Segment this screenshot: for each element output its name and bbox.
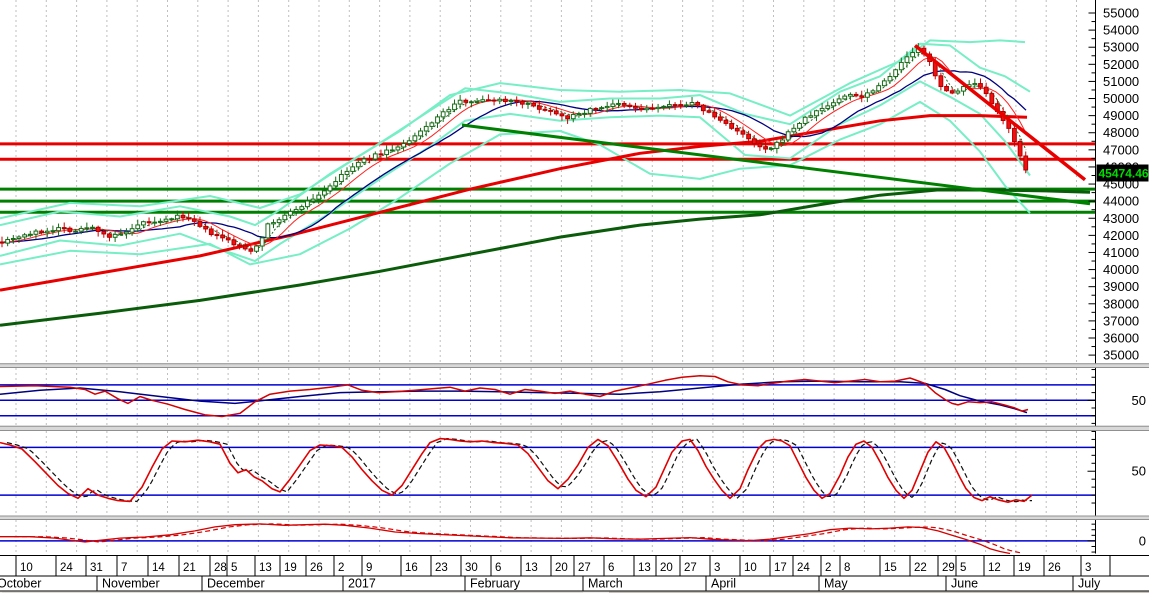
date-tick-label: 23 — [435, 562, 448, 574]
date-tick-label: 13 — [638, 562, 651, 574]
date-tick-label: 29 — [942, 562, 955, 574]
price-tick-label: 42000 — [1103, 228, 1139, 243]
price-tick-label: 43000 — [1103, 211, 1139, 226]
price-tick-label: 38000 — [1103, 296, 1139, 311]
date-tick-label: 5 — [960, 562, 966, 574]
month-label: November — [102, 577, 160, 591]
month-label: June — [951, 577, 978, 591]
month-label: October — [0, 577, 41, 591]
panel-separator — [0, 425, 1149, 431]
month-label: 2017 — [348, 577, 376, 591]
price-tick-label: 54000 — [1103, 23, 1139, 38]
bollinger-outer-upper — [0, 39, 1026, 220]
month-label: April — [711, 577, 736, 591]
date-tick-label: 6 — [495, 562, 501, 574]
price-tick-label: 55000 — [1103, 6, 1139, 21]
osc1-navy-line — [0, 380, 1028, 414]
date-tick-label: 2 — [825, 562, 831, 574]
date-tick-label: 2 — [338, 562, 344, 574]
green-downtrend-line — [461, 123, 1091, 206]
date-tick-label: 3 — [1085, 562, 1091, 574]
price-tick-label: 36000 — [1103, 330, 1139, 345]
ma-short-green-dotted — [0, 51, 1027, 249]
month-label: July — [1078, 577, 1101, 591]
date-tick-label: 31 — [90, 562, 103, 574]
last-price-label: 45474.46 — [1096, 164, 1149, 182]
price-tick-label: 41000 — [1103, 245, 1139, 260]
date-tick-label: 17 — [774, 562, 787, 574]
osc2-k-red-line — [0, 437, 1033, 504]
month-label: February — [470, 577, 521, 591]
date-tick-label: 6 — [608, 562, 614, 574]
date-tick-label: 21 — [183, 562, 196, 574]
date-tick-label: 27 — [578, 562, 591, 574]
panel-separator — [0, 515, 1149, 520]
date-tick-label: 19 — [1018, 562, 1031, 574]
date-tick-label: 28 — [214, 562, 227, 574]
price-tick-label: 48000 — [1103, 125, 1139, 140]
date-tick-label: 22 — [914, 562, 927, 574]
candles — [0, 43, 1029, 255]
date-tick-label: 8 — [844, 562, 850, 574]
price-tick-label: 50000 — [1103, 91, 1139, 106]
date-tick-label: 7 — [121, 562, 127, 574]
date-tick-label: 30 — [465, 562, 478, 574]
date-tick-label: 5 — [231, 562, 237, 574]
date-tick-label: 13 — [525, 562, 538, 574]
date-tick-label: 24 — [797, 562, 810, 574]
osc3-red-line — [0, 523, 1011, 555]
stock-chart-canvas: 55000 54000 53000 52000 51000 50000 49000 48000… — [0, 0, 1149, 593]
month-label: May — [824, 577, 848, 591]
price-tick-label: 52000 — [1103, 57, 1139, 72]
date-tick-label: 27 — [684, 562, 697, 574]
oscillator-axis-label: 50 — [1132, 393, 1146, 408]
date-tick-label: 3 — [714, 562, 720, 574]
date-tick-label: 24 — [60, 562, 73, 574]
month-label: March — [588, 577, 623, 591]
long-term-ma-red — [0, 114, 1028, 292]
price-tick-label: 37000 — [1103, 313, 1139, 328]
ma-mid-navy — [0, 70, 1027, 243]
date-tick-label: 10 — [20, 562, 33, 574]
date-tick-label: 14 — [152, 562, 165, 574]
svg-text:45474.46: 45474.46 — [1099, 167, 1149, 181]
long-term-ma-green — [0, 188, 1091, 327]
charting-app-window: 55000 54000 53000 52000 51000 50000 49000 48000… — [0, 0, 1149, 593]
panel-separator — [0, 363, 1149, 368]
month-label: December — [207, 577, 265, 591]
date-tick-label: 10 — [744, 562, 757, 574]
date-tick-label: 19 — [284, 562, 297, 574]
date-tick-label: 26 — [1048, 562, 1061, 574]
oscillator-axis-label: 50 — [1132, 464, 1146, 479]
price-tick-label: 35000 — [1103, 348, 1139, 363]
price-tick-label: 51000 — [1103, 74, 1139, 89]
price-tick-label: 49000 — [1103, 108, 1139, 123]
date-tick-label: 9 — [366, 562, 372, 574]
oscillator-axis-label: 0 — [1139, 533, 1146, 548]
price-tick-label: 39000 — [1103, 279, 1139, 294]
date-tick-label: 16 — [405, 562, 418, 574]
date-tick-label: 15 — [884, 562, 897, 574]
price-tick-label: 47000 — [1103, 142, 1139, 157]
date-axis: 10 24 31 7 14 21 28 5 13 19 26 2 9 16 23 30 6 13 20 27 6 13 20… — [0, 555, 1149, 592]
bollinger-outer-lower — [0, 100, 1031, 266]
date-tick-label: 20 — [660, 562, 673, 574]
price-axis: 55000 54000 53000 52000 51000 50000 49000 48000… — [1087, 0, 1146, 554]
date-tick-label: 20 — [555, 562, 568, 574]
date-tick-label: 12 — [988, 562, 1001, 574]
date-tick-label: 26 — [310, 562, 323, 574]
bollinger-inner-lower — [0, 80, 1031, 262]
price-tick-label: 53000 — [1103, 40, 1139, 55]
date-tick-label: 13 — [259, 562, 272, 574]
main-price-panel — [0, 39, 1095, 327]
price-tick-label: 44000 — [1103, 194, 1139, 209]
price-tick-label: 40000 — [1103, 262, 1139, 277]
